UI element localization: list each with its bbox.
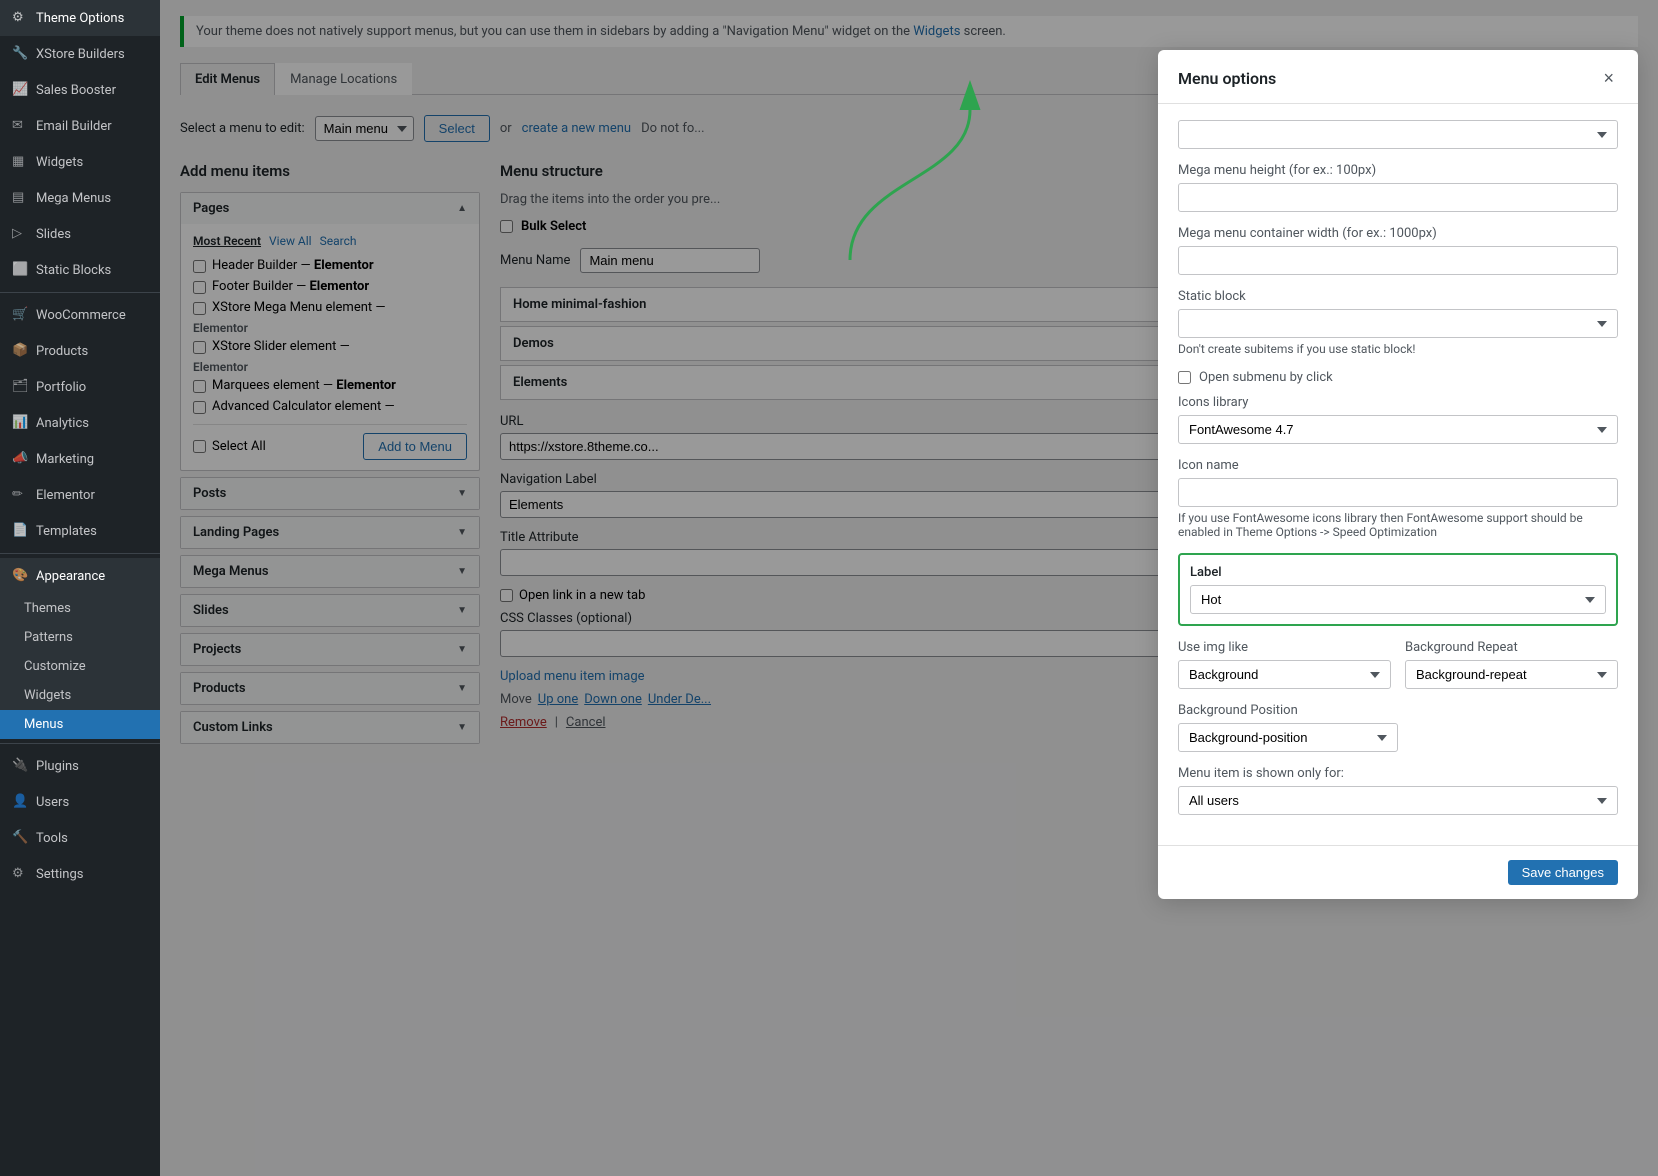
sidebar-item-portfolio[interactable]: 🗂 Portfolio — [0, 369, 160, 405]
sidebar-item-products[interactable]: 📦 Products — [0, 333, 160, 369]
icon-name-label: Icon name — [1178, 458, 1618, 473]
widgets-icon: ▦ — [12, 154, 28, 170]
static-block-label: Static block — [1178, 289, 1618, 304]
sidebar-item-mega-menus[interactable]: ▤ Mega Menus — [0, 180, 160, 216]
sidebar-item-customize[interactable]: Customize — [0, 652, 160, 681]
icons-library-group: Icons library FontAwesome 4.7 — [1178, 395, 1618, 444]
sidebar-item-elementor[interactable]: ✏ Elementor — [0, 477, 160, 513]
use-img-like-label: Use img like — [1178, 640, 1391, 655]
mega-menus-icon: ▤ — [12, 190, 28, 206]
img-background-row: Use img like Background Background Repea… — [1178, 640, 1618, 689]
sidebar-item-theme-options[interactable]: ⚙ Theme Options — [0, 0, 160, 36]
mega-menu-height-input[interactable] — [1178, 183, 1618, 212]
sidebar-item-tools[interactable]: 🔨 Tools — [0, 820, 160, 856]
mega-menu-height-label: Mega menu height (for ex.: 100px) — [1178, 163, 1618, 178]
sidebar-item-menus[interactable]: Menus — [0, 710, 160, 739]
icon-name-input[interactable] — [1178, 478, 1618, 507]
label-field-label: Label — [1190, 565, 1606, 580]
background-repeat-group: Background Repeat Background-repeat — [1405, 640, 1618, 689]
save-changes-button[interactable]: Save changes — [1508, 860, 1618, 885]
use-img-like-select[interactable]: Background — [1178, 660, 1391, 689]
sidebar-item-marketing[interactable]: 📣 Marketing — [0, 441, 160, 477]
menu-options-modal: Menu options × Mega menu height (for ex.… — [1158, 50, 1638, 899]
static-blocks-icon: ⬜ — [12, 262, 28, 278]
sidebar: ⚙ Theme Options 🔧 XStore Builders 📈 Sale… — [0, 0, 160, 1176]
elementor-icon: ✏ — [12, 487, 28, 503]
plugins-icon: 🔌 — [12, 758, 28, 774]
appearance-icon: 🎨 — [12, 568, 28, 584]
top-dropdown-group — [1178, 120, 1618, 149]
sidebar-item-slides[interactable]: ▷ Slides — [0, 216, 160, 252]
sidebar-item-patterns[interactable]: Patterns — [0, 623, 160, 652]
slides-icon: ▷ — [12, 226, 28, 242]
background-repeat-select[interactable]: Background-repeat — [1405, 660, 1618, 689]
sidebar-item-widgets-sub[interactable]: Widgets — [0, 681, 160, 710]
main-content: Your theme does not natively support men… — [160, 0, 1658, 1176]
analytics-icon: 📊 — [12, 415, 28, 431]
sidebar-item-settings[interactable]: ⚙ Settings — [0, 856, 160, 892]
static-block-group: Static block Don't create subitems if yo… — [1178, 289, 1618, 356]
background-position-select[interactable]: Background-position — [1178, 723, 1398, 752]
sidebar-item-plugins[interactable]: 🔌 Plugins — [0, 748, 160, 784]
sidebar-item-xstore-builders[interactable]: 🔧 XStore Builders — [0, 36, 160, 72]
icons-library-select[interactable]: FontAwesome 4.7 — [1178, 415, 1618, 444]
modal-close-button[interactable]: × — [1599, 68, 1618, 89]
email-builder-icon: ✉ — [12, 118, 28, 134]
portfolio-icon: 🗂 — [12, 379, 28, 395]
open-submenu-checkbox-group: Open submenu by click — [1178, 370, 1618, 385]
sidebar-item-static-blocks[interactable]: ⬜ Static Blocks — [0, 252, 160, 288]
icon-hint: If you use FontAwesome icons library the… — [1178, 511, 1618, 539]
static-block-select[interactable] — [1178, 309, 1618, 338]
sidebar-item-users[interactable]: 👤 Users — [0, 784, 160, 820]
theme-options-icon: ⚙ — [12, 10, 28, 26]
sidebar-divider — [0, 292, 160, 293]
background-repeat-label: Background Repeat — [1405, 640, 1618, 655]
woocommerce-icon: 🛒 — [12, 307, 28, 323]
use-img-like-group: Use img like Background — [1178, 640, 1391, 689]
sidebar-item-widgets[interactable]: ▦ Widgets — [0, 144, 160, 180]
menu-item-shown-select[interactable]: All users — [1178, 786, 1618, 815]
icons-library-label: Icons library — [1178, 395, 1618, 410]
open-submenu-checkbox[interactable] — [1178, 371, 1191, 384]
modal-footer: Save changes — [1158, 845, 1638, 899]
mega-menu-width-input[interactable] — [1178, 246, 1618, 275]
xstore-builders-icon: 🔧 — [12, 46, 28, 62]
products-icon: 📦 — [12, 343, 28, 359]
templates-icon: 📄 — [12, 523, 28, 539]
sidebar-divider-3 — [0, 743, 160, 744]
sidebar-item-email-builder[interactable]: ✉ Email Builder — [0, 108, 160, 144]
sidebar-item-appearance[interactable]: 🎨 Appearance — [0, 558, 160, 594]
tools-icon: 🔨 — [12, 830, 28, 846]
menu-item-shown-group: Menu item is shown only for: All users — [1178, 766, 1618, 815]
modal-body: Mega menu height (for ex.: 100px) Mega m… — [1158, 104, 1638, 845]
sidebar-item-analytics[interactable]: 📊 Analytics — [0, 405, 160, 441]
modal-overlay[interactable]: Menu options × Mega menu height (for ex.… — [160, 0, 1658, 1176]
modal-title: Menu options — [1178, 69, 1276, 88]
sidebar-divider-2 — [0, 553, 160, 554]
green-arrow — [840, 80, 1000, 280]
icon-name-group: Icon name If you use FontAwesome icons l… — [1178, 458, 1618, 539]
sidebar-item-templates[interactable]: 📄 Templates — [0, 513, 160, 549]
mega-menu-width-group: Mega menu container width (for ex.: 1000… — [1178, 226, 1618, 275]
static-block-hint: Don't create subitems if you use static … — [1178, 342, 1618, 356]
top-dropdown-select[interactable] — [1178, 120, 1618, 149]
appearance-submenu: Themes Patterns Customize Widgets Menus — [0, 594, 160, 739]
sidebar-item-sales-booster[interactable]: 📈 Sales Booster — [0, 72, 160, 108]
background-position-label: Background Position — [1178, 703, 1618, 718]
settings-icon: ⚙ — [12, 866, 28, 882]
sidebar-item-woocommerce[interactable]: 🛒 WooCommerce — [0, 297, 160, 333]
marketing-icon: 📣 — [12, 451, 28, 467]
modal-header: Menu options × — [1158, 50, 1638, 104]
menu-item-shown-label: Menu item is shown only for: — [1178, 766, 1618, 781]
background-position-group: Background Position Background-position — [1178, 703, 1618, 752]
label-field-select[interactable]: Hot — [1190, 585, 1606, 614]
sales-booster-icon: 📈 — [12, 82, 28, 98]
mega-menu-height-group: Mega menu height (for ex.: 100px) — [1178, 163, 1618, 212]
mega-menu-width-label: Mega menu container width (for ex.: 1000… — [1178, 226, 1618, 241]
label-field-group: Label Hot — [1178, 553, 1618, 626]
sidebar-item-themes[interactable]: Themes — [0, 594, 160, 623]
users-icon: 👤 — [12, 794, 28, 810]
